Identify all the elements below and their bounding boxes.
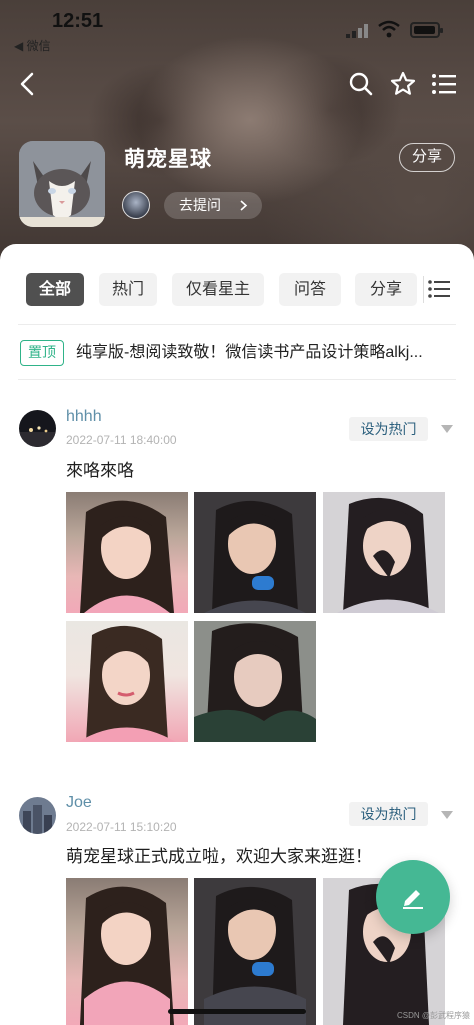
post-photo[interactable] (323, 492, 445, 613)
filter-divider (423, 276, 424, 303)
ask-question-label: 去提问 (179, 197, 221, 213)
back-icon[interactable] (14, 70, 42, 98)
post-time: 2022-07-11 15:10:20 (66, 820, 177, 834)
tab-owner-only[interactable]: 仅看星主 (172, 273, 264, 306)
post-photo[interactable] (194, 878, 316, 1025)
group-avatar[interactable] (19, 141, 105, 227)
divider (18, 324, 456, 325)
watermark: CSDN @彭武程序猿 (397, 1011, 471, 1020)
girl-photo-image (194, 492, 316, 613)
tab-hot[interactable]: 热门 (99, 273, 157, 306)
set-hot-button[interactable]: 设为热门 (349, 802, 428, 826)
post-photo[interactable] (194, 621, 316, 742)
girl-photo-image (323, 492, 445, 613)
wifi-icon (378, 20, 400, 38)
share-button[interactable]: 分享 (399, 143, 455, 172)
night-scene-image (19, 410, 56, 447)
compose-button[interactable] (376, 860, 450, 934)
post-author[interactable]: Joe (66, 794, 92, 812)
post-photo[interactable] (66, 621, 188, 742)
post-photo[interactable] (66, 878, 188, 1025)
status-bar: 12:51 ◀ 微信 (0, 0, 474, 53)
girl-photo-image (78, 625, 176, 742)
back-to-app-link[interactable]: ◀ 微信 (14, 37, 51, 54)
ask-question-button[interactable]: 去提问 (164, 192, 262, 219)
girl-photo-image (194, 878, 316, 1025)
pinned-post[interactable]: 置顶 纯享版-想阅读致敬！微信读书产品设计策略alkj... (18, 338, 458, 368)
city-scene-image (19, 797, 56, 834)
set-hot-button[interactable]: 设为热门 (349, 417, 428, 441)
pinned-badge: 置顶 (20, 340, 64, 366)
dropdown-arrow-icon[interactable] (440, 810, 454, 820)
cat-image (19, 141, 105, 227)
author-avatar[interactable] (19, 797, 56, 834)
status-time: 12:51 (52, 10, 104, 32)
pinned-text: 纯享版-想阅读致敬！微信读书产品设计策略alkj... (76, 344, 423, 361)
author-avatar[interactable] (19, 410, 56, 447)
edit-icon (403, 890, 423, 909)
dropdown-arrow-icon[interactable] (440, 424, 454, 434)
group-name: 萌宠星球 (124, 148, 212, 171)
filter-tabs: 全部 热门 仅看星主 问答 分享 (0, 273, 474, 307)
home-indicator[interactable] (168, 1009, 306, 1014)
tab-share[interactable]: 分享 (355, 273, 417, 306)
star-icon[interactable] (389, 70, 417, 98)
search-icon[interactable] (348, 71, 374, 97)
post-author[interactable]: hhhh (66, 408, 102, 426)
menu-icon[interactable] (431, 72, 457, 96)
tab-all[interactable]: 全部 (26, 273, 84, 306)
post-photo[interactable] (194, 492, 316, 613)
post-time: 2022-07-11 18:40:00 (66, 433, 177, 447)
list-icon[interactable] (428, 278, 450, 300)
chevron-right-icon (240, 200, 248, 211)
owner-avatar[interactable] (122, 191, 150, 219)
divider (18, 379, 456, 380)
group-header: 12:51 ◀ 微信 萌宠星球 分享 去提问 (0, 0, 474, 270)
post-photo[interactable] (66, 492, 188, 613)
girl-photo-image (80, 500, 174, 613)
post-text: 來咯來咯 (66, 461, 134, 480)
girl-photo-image (80, 886, 174, 1025)
post-text: 萌宠星球正式成立啦，欢迎大家来逛逛！ (66, 847, 372, 866)
tab-qa[interactable]: 问答 (279, 273, 341, 306)
battery-icon (410, 22, 443, 38)
signal-icon (346, 24, 368, 38)
girl-photo-image (194, 621, 316, 742)
